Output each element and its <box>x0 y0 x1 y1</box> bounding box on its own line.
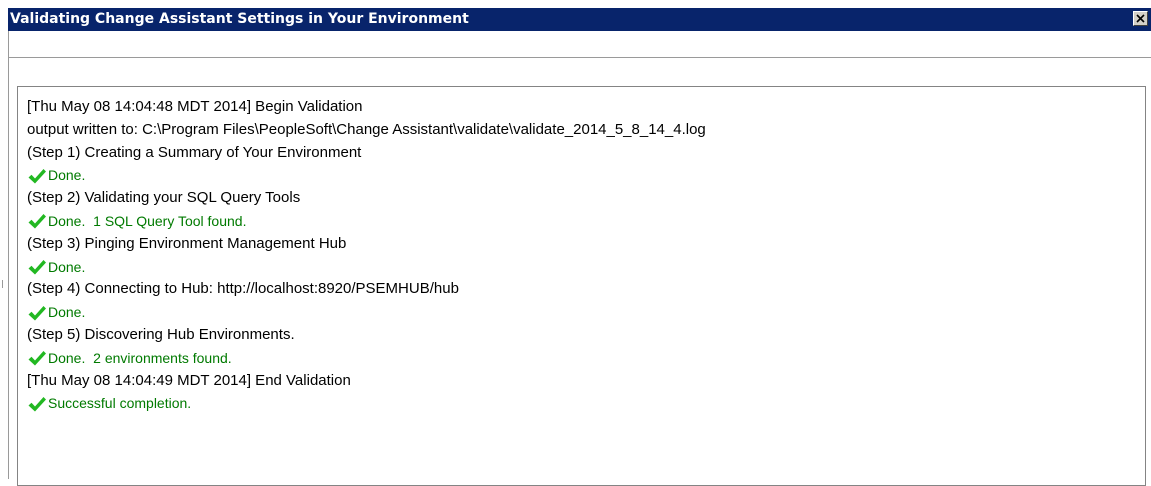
log-line-text: [Thu May 08 14:04:48 MDT 2014] Begin Val… <box>27 98 363 115</box>
log-line-success: Done. 2 environments found. <box>27 347 1141 370</box>
dialog-title: Validating Change Assistant Settings in … <box>10 11 469 27</box>
log-line-success: Done. <box>27 164 1141 187</box>
log-line: [Thu May 08 14:04:48 MDT 2014] Begin Val… <box>27 96 1141 119</box>
close-icon <box>1136 14 1145 23</box>
log-line-text: (Step 4) Connecting to Hub: http://local… <box>27 280 459 298</box>
check-icon <box>28 168 46 184</box>
log-line: (Step 5) Discovering Hub Environments. <box>27 324 1141 347</box>
log-line-success: Successful completion. <box>27 392 1141 415</box>
log-line-text: Done. 2 environments found. <box>48 349 232 366</box>
log-line-text: Done. <box>48 258 86 275</box>
check-icon <box>28 396 46 412</box>
check-icon <box>28 259 46 275</box>
log-line: [Thu May 08 14:04:49 MDT 2014] End Valid… <box>27 370 1141 393</box>
close-button[interactable] <box>1133 11 1148 26</box>
dialog-left-border <box>8 31 9 479</box>
log-line: (Step 2) Validating your SQL Query Tools <box>27 187 1141 210</box>
check-icon <box>28 305 46 321</box>
dialog-titlebar: Validating Change Assistant Settings in … <box>8 8 1151 31</box>
log-line: (Step 3) Pinging Environment Management … <box>27 233 1141 256</box>
log-line-text: [Thu May 08 14:04:49 MDT 2014] End Valid… <box>27 371 351 389</box>
check-icon <box>28 351 46 366</box>
splitter-tick <box>2 280 3 288</box>
validation-log: [Thu May 08 14:04:48 MDT 2014] Begin Val… <box>27 96 1141 415</box>
log-line: (Step 4) Connecting to Hub: http://local… <box>27 278 1141 301</box>
log-line-text: (Step 3) Pinging Environment Management … <box>27 234 347 252</box>
log-line-text: (Step 1) Creating a Summary of Your Envi… <box>27 143 362 161</box>
log-line-text: (Step 5) Discovering Hub Environments. <box>27 325 295 343</box>
log-line-text: Done. <box>48 167 86 184</box>
log-line-text: (Step 2) Validating your SQL Query Tools <box>27 189 301 207</box>
log-line: (Step 1) Creating a Summary of Your Envi… <box>27 142 1141 165</box>
check-icon <box>28 214 46 229</box>
header-divider <box>8 57 1151 58</box>
validation-dialog: Validating Change Assistant Settings in … <box>0 0 1151 486</box>
log-line-text: Done. 1 SQL Query Tool found. <box>48 212 247 229</box>
log-line: output written to: C:\Program Files\Peop… <box>27 119 1141 142</box>
log-line-text: Done. <box>48 304 86 321</box>
log-line-success: Done. <box>27 256 1141 279</box>
log-line-text: output written to: C:\Program Files\Peop… <box>27 120 706 138</box>
log-line-success: Done. 1 SQL Query Tool found. <box>27 210 1141 233</box>
log-line-success: Done. <box>27 301 1141 324</box>
log-line-text: Successful completion. <box>48 395 192 412</box>
validation-log-panel[interactable]: [Thu May 08 14:04:48 MDT 2014] Begin Val… <box>17 86 1146 486</box>
